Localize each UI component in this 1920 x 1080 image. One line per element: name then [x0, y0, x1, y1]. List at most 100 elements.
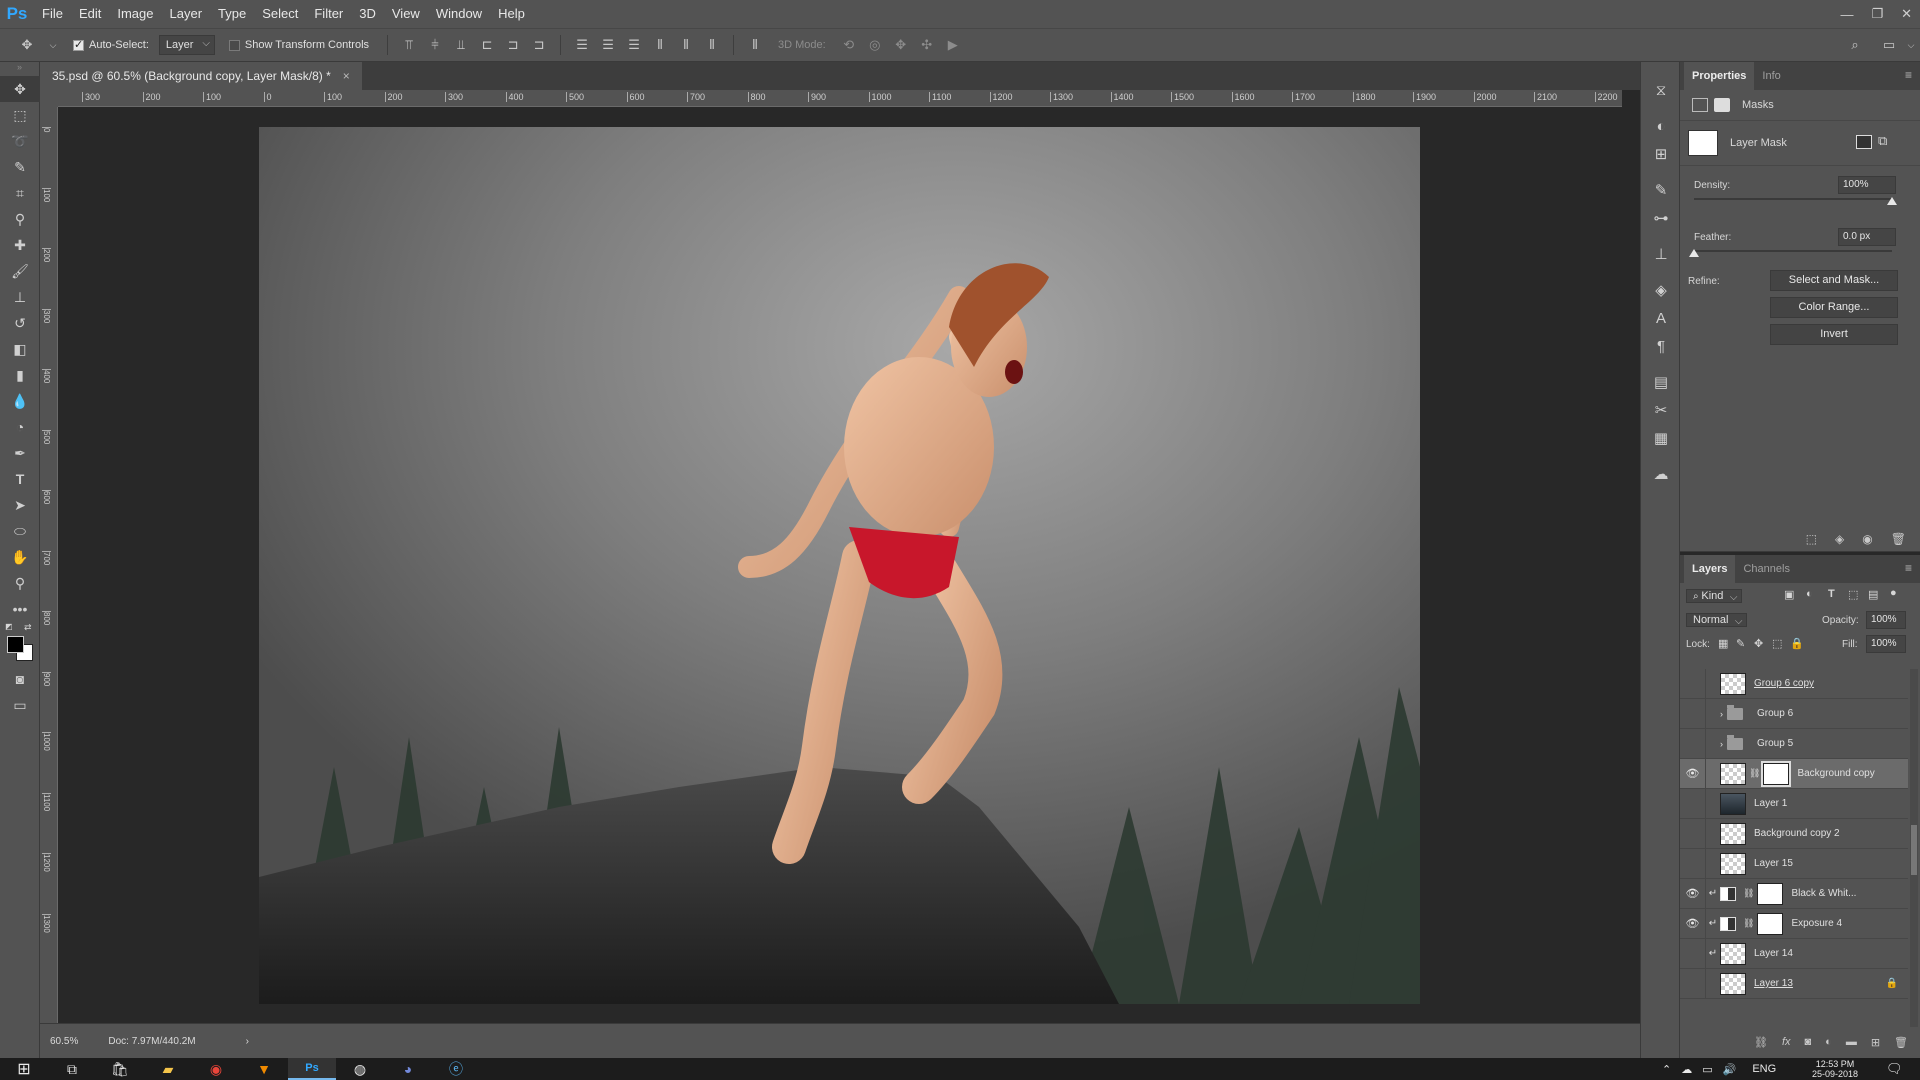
auto-select-checkbox[interactable] [73, 38, 84, 51]
feather-input[interactable]: 0.0 px [1838, 228, 1896, 246]
close-tab-icon[interactable]: × [343, 62, 350, 90]
delete-mask-icon[interactable]: 🗑 [1891, 532, 1906, 546]
history-brush-tool[interactable]: ↺ [0, 310, 40, 336]
zoom-tool[interactable]: ⚲ [0, 570, 40, 596]
move-tool-icon[interactable]: ✥ [17, 35, 37, 55]
visibility-eye-icon[interactable] [1680, 728, 1706, 759]
notifications-icon[interactable]: 🗨 [1886, 1061, 1903, 1077]
ruler-origin[interactable] [40, 90, 58, 107]
close-icon[interactable]: ✕ [1901, 6, 1912, 22]
chevron-down-icon[interactable]: ⌵ [43, 35, 63, 55]
align-hcenter-icon[interactable]: ⊐ [503, 35, 523, 55]
crop-tool[interactable]: ⌗ [0, 180, 40, 206]
lock-transparent-icon[interactable]: ▦ [1718, 637, 1728, 650]
layer-row[interactable]: Group 6 copy [1680, 669, 1908, 699]
layer-row[interactable]: 👁 ↵ ⛓ Exposure 4 [1680, 908, 1908, 939]
tab-properties[interactable]: Properties [1684, 62, 1755, 90]
menu-image[interactable]: Image [109, 0, 161, 28]
eyedropper-tool[interactable]: ⚲ [0, 206, 40, 232]
align-left-icon[interactable]: ⊏ [477, 35, 497, 55]
language-indicator[interactable]: ENG [1752, 1063, 1776, 1075]
visibility-eye-icon[interactable] [1680, 818, 1706, 849]
minimize-icon[interactable]: — [1840, 7, 1853, 22]
add-vector-mask-icon[interactable]: ⧉ [1878, 133, 1887, 149]
onedrive-icon[interactable]: ☁ [1681, 1063, 1692, 1076]
ellipse-tool[interactable]: ⬭ [0, 518, 40, 544]
layer-row[interactable]: 👁 ⛓ Background copy [1680, 758, 1908, 789]
layer-row[interactable]: Layer 15 [1680, 848, 1908, 879]
path-select-tool[interactable]: ➤ [0, 492, 40, 518]
photoshop-taskbar-icon[interactable]: Ps [288, 1058, 336, 1080]
fill-input[interactable]: 100% [1866, 635, 1906, 653]
select-and-mask-button[interactable]: Select and Mask... [1770, 270, 1898, 291]
3d-pan-icon[interactable]: ✥ [891, 35, 911, 55]
new-group-icon[interactable]: ▬ [1846, 1036, 1857, 1048]
add-mask-icon[interactable]: ◙ [1805, 1036, 1812, 1048]
density-slider-thumb[interactable] [1887, 197, 1897, 205]
filter-toggle-icon[interactable]: ● [1890, 587, 1897, 599]
tab-info[interactable]: Info [1754, 62, 1788, 90]
opacity-input[interactable]: 100% [1866, 611, 1906, 629]
file-explorer-icon[interactable]: ▰ [144, 1058, 192, 1080]
layer-thumbnail[interactable] [1720, 822, 1746, 845]
character-icon[interactable]: A [1641, 304, 1681, 332]
menu-window[interactable]: Window [428, 0, 490, 28]
menu-edit[interactable]: Edit [71, 0, 109, 28]
layer-row[interactable]: 👁 ↵ ⛓ Black & Whit... [1680, 878, 1908, 909]
swatches-icon[interactable]: ⊞ [1641, 140, 1681, 168]
density-slider[interactable] [1694, 198, 1892, 200]
layer-thumbnail[interactable] [1720, 672, 1746, 695]
paragraph-icon[interactable]: ¶ [1641, 332, 1681, 360]
blend-mode-dropdown[interactable]: Normal [1686, 613, 1748, 627]
default-colors-icon[interactable]: ◩ [5, 622, 13, 631]
menu-type[interactable]: Type [210, 0, 254, 28]
3d-roll-icon[interactable]: ◎ [865, 35, 885, 55]
marquee-tool[interactable]: ⬚ [0, 102, 40, 128]
store-icon[interactable]: 🛍 [96, 1058, 144, 1080]
layer-mask-thumbnail[interactable] [1757, 912, 1784, 935]
menu-3d[interactable]: 3D [351, 0, 384, 28]
quick-select-tool[interactable]: ✎ [0, 154, 40, 180]
notes-icon[interactable]: ▦ [1641, 424, 1681, 452]
show-transform-checkbox[interactable] [228, 39, 240, 51]
link-layers-icon[interactable]: ⛓ [1754, 1036, 1768, 1049]
lock-all-icon[interactable]: 🔒 [1790, 637, 1804, 650]
layer-row[interactable]: Layer 1 [1680, 788, 1908, 819]
layer-thumbnail[interactable] [1720, 972, 1746, 995]
pen-tool[interactable]: ✒ [0, 440, 40, 466]
tab-channels[interactable]: Channels [1735, 555, 1797, 583]
distribute-bottom-icon[interactable]: ☰ [624, 35, 644, 55]
filter-smart-icon[interactable]: ▤ [1868, 588, 1878, 601]
align-right-icon[interactable]: ⊐ [529, 35, 549, 55]
filter-shape-icon[interactable]: ⬚ [1848, 588, 1858, 601]
visibility-eye-icon[interactable]: 👁 [1680, 758, 1706, 789]
swap-colors-icon[interactable]: ⇄ [24, 622, 32, 633]
menu-view[interactable]: View [384, 0, 428, 28]
visibility-eye-icon[interactable] [1680, 669, 1706, 699]
discord-icon[interactable]: ◕ [384, 1058, 432, 1080]
clone-source-icon[interactable]: ⊥ [1641, 240, 1681, 268]
layer-thumbnail[interactable] [1720, 852, 1746, 875]
visibility-icon[interactable]: ◉ [1862, 532, 1872, 546]
distribute-top-icon[interactable]: ☰ [572, 35, 592, 55]
lock-artboard-icon[interactable]: ⬚ [1772, 637, 1782, 650]
filter-pixel-icon[interactable]: ▣ [1784, 588, 1794, 601]
visibility-eye-icon[interactable] [1680, 698, 1706, 729]
density-input[interactable]: 100% [1838, 176, 1896, 194]
eraser-tool[interactable]: ◧ [0, 336, 40, 362]
distribute-left-icon[interactable]: ⦀ [650, 35, 670, 55]
lock-image-icon[interactable]: ✎ [1736, 637, 1745, 650]
load-selection-icon[interactable]: ⬚ [1806, 532, 1817, 546]
brush-tool[interactable]: 🖌 [0, 258, 40, 284]
invert-button[interactable]: Invert [1770, 324, 1898, 345]
more-tools-icon[interactable]: ••• [0, 596, 40, 622]
horizontal-ruler[interactable]: 300 200 100 0 100 200 300 400 500 600 700 800 900 100… [58, 90, 1622, 107]
windows-start-icon[interactable]: ⊞ [0, 1058, 48, 1080]
layer-row[interactable]: ↵ Layer 14 [1680, 938, 1908, 969]
link-icon[interactable]: ⛓ [1749, 768, 1760, 779]
canvas-area[interactable] [58, 107, 1622, 1023]
layer-mask-thumbnail[interactable] [1761, 760, 1792, 787]
tool-presets-icon[interactable]: ✂ [1641, 396, 1681, 424]
collapse-handle-icon[interactable]: » [0, 62, 39, 76]
align-top-icon[interactable]: ⫪ [399, 35, 419, 55]
